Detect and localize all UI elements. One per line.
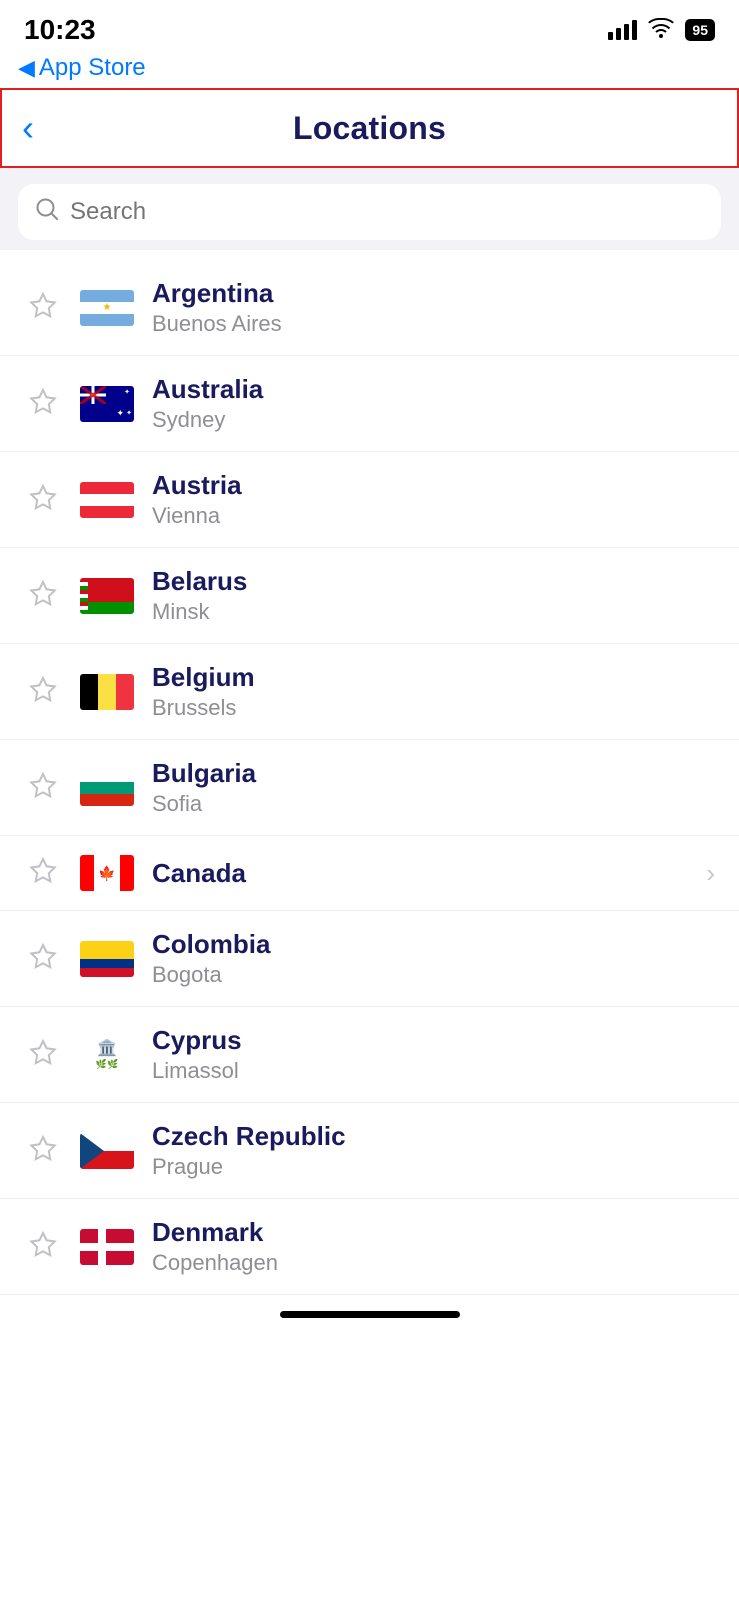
status-icons: 95 bbox=[608, 18, 715, 43]
favorite-star[interactable] bbox=[24, 385, 62, 423]
favorite-star[interactable] bbox=[24, 577, 62, 615]
country-info: Belarus Minsk bbox=[152, 566, 715, 625]
favorite-star[interactable] bbox=[24, 481, 62, 519]
country-city: Bogota bbox=[152, 962, 715, 988]
wifi-icon bbox=[647, 18, 675, 43]
country-name: Czech Republic bbox=[152, 1121, 715, 1152]
search-container bbox=[0, 168, 739, 250]
list-item[interactable]: Czech Republic Prague bbox=[0, 1103, 739, 1199]
country-city: Brussels bbox=[152, 695, 715, 721]
country-name: Australia bbox=[152, 374, 715, 405]
page-title: Locations bbox=[293, 110, 446, 147]
country-info: Cyprus Limassol bbox=[152, 1025, 715, 1084]
back-button[interactable]: ‹ bbox=[22, 110, 34, 146]
country-name: Canada bbox=[152, 858, 688, 889]
chevron-right-icon: › bbox=[706, 858, 715, 889]
country-name: Belgium bbox=[152, 662, 715, 693]
country-city: Limassol bbox=[152, 1058, 715, 1084]
country-info: Colombia Bogota bbox=[152, 929, 715, 988]
list-item[interactable]: 🏛️ 🌿🌿 Cyprus Limassol bbox=[0, 1007, 739, 1103]
country-name: Argentina bbox=[152, 278, 715, 309]
list-item[interactable]: 🍁 Canada › bbox=[0, 836, 739, 911]
country-city: Sofia bbox=[152, 791, 715, 817]
flag-bulgaria bbox=[80, 770, 134, 806]
flag-argentina: ★ bbox=[80, 290, 134, 326]
country-city: Minsk bbox=[152, 599, 715, 625]
country-name: Colombia bbox=[152, 929, 715, 960]
status-bar: 10:23 95 bbox=[0, 0, 739, 54]
country-city: Copenhagen bbox=[152, 1250, 715, 1276]
favorite-star[interactable] bbox=[24, 1132, 62, 1170]
country-info: Australia Sydney bbox=[152, 374, 715, 433]
country-info: Canada bbox=[152, 858, 688, 889]
flag-austria bbox=[80, 482, 134, 518]
country-city: Prague bbox=[152, 1154, 715, 1180]
favorite-star[interactable] bbox=[24, 1036, 62, 1074]
favorite-star[interactable] bbox=[24, 673, 62, 711]
back-chevron-small: ◀ bbox=[18, 55, 35, 81]
country-info: Austria Vienna bbox=[152, 470, 715, 529]
list-item[interactable]: Austria Vienna bbox=[0, 452, 739, 548]
home-indicator bbox=[0, 1295, 739, 1330]
home-bar bbox=[280, 1311, 460, 1318]
list-item[interactable]: Belgium Brussels bbox=[0, 644, 739, 740]
locations-list: ★ Argentina Buenos Aires ✦ ✦ ✦ bbox=[0, 250, 739, 1295]
country-info: Denmark Copenhagen bbox=[152, 1217, 715, 1276]
signal-icon bbox=[608, 20, 637, 40]
favorite-star[interactable] bbox=[24, 940, 62, 978]
search-input[interactable] bbox=[70, 198, 703, 226]
list-item[interactable]: ★ Argentina Buenos Aires bbox=[0, 260, 739, 356]
app-store-back[interactable]: ◀ App Store bbox=[0, 54, 739, 88]
country-info: Czech Republic Prague bbox=[152, 1121, 715, 1180]
favorite-star[interactable] bbox=[24, 1228, 62, 1266]
flag-belgium bbox=[80, 674, 134, 710]
favorite-star[interactable] bbox=[24, 854, 62, 892]
country-city: Sydney bbox=[152, 407, 715, 433]
flag-czech bbox=[80, 1133, 134, 1169]
country-info: Belgium Brussels bbox=[152, 662, 715, 721]
list-item[interactable]: Belarus Minsk bbox=[0, 548, 739, 644]
country-city: Vienna bbox=[152, 503, 715, 529]
country-info: Bulgaria Sofia bbox=[152, 758, 715, 817]
list-item[interactable]: Colombia Bogota bbox=[0, 911, 739, 1007]
flag-denmark bbox=[80, 1229, 134, 1265]
country-name: Bulgaria bbox=[152, 758, 715, 789]
search-bar bbox=[18, 184, 721, 240]
country-info: Argentina Buenos Aires bbox=[152, 278, 715, 337]
search-icon bbox=[36, 198, 58, 226]
country-city: Buenos Aires bbox=[152, 311, 715, 337]
flag-cyprus: 🏛️ 🌿🌿 bbox=[80, 1037, 134, 1073]
favorite-star[interactable] bbox=[24, 289, 62, 327]
flag-canada: 🍁 bbox=[80, 855, 134, 891]
favorite-star[interactable] bbox=[24, 769, 62, 807]
country-name: Denmark bbox=[152, 1217, 715, 1248]
list-item[interactable]: Bulgaria Sofia bbox=[0, 740, 739, 836]
app-store-label: App Store bbox=[39, 54, 146, 82]
status-time: 10:23 bbox=[24, 14, 96, 46]
country-name: Belarus bbox=[152, 566, 715, 597]
battery-icon: 95 bbox=[685, 19, 715, 41]
list-item[interactable]: Denmark Copenhagen bbox=[0, 1199, 739, 1295]
nav-header: ‹ Locations bbox=[0, 88, 739, 168]
country-name: Austria bbox=[152, 470, 715, 501]
flag-australia: ✦ ✦ ✦ bbox=[80, 386, 134, 422]
flag-belarus bbox=[80, 578, 134, 614]
list-item[interactable]: ✦ ✦ ✦ Australia Sydney bbox=[0, 356, 739, 452]
flag-colombia bbox=[80, 941, 134, 977]
country-name: Cyprus bbox=[152, 1025, 715, 1056]
